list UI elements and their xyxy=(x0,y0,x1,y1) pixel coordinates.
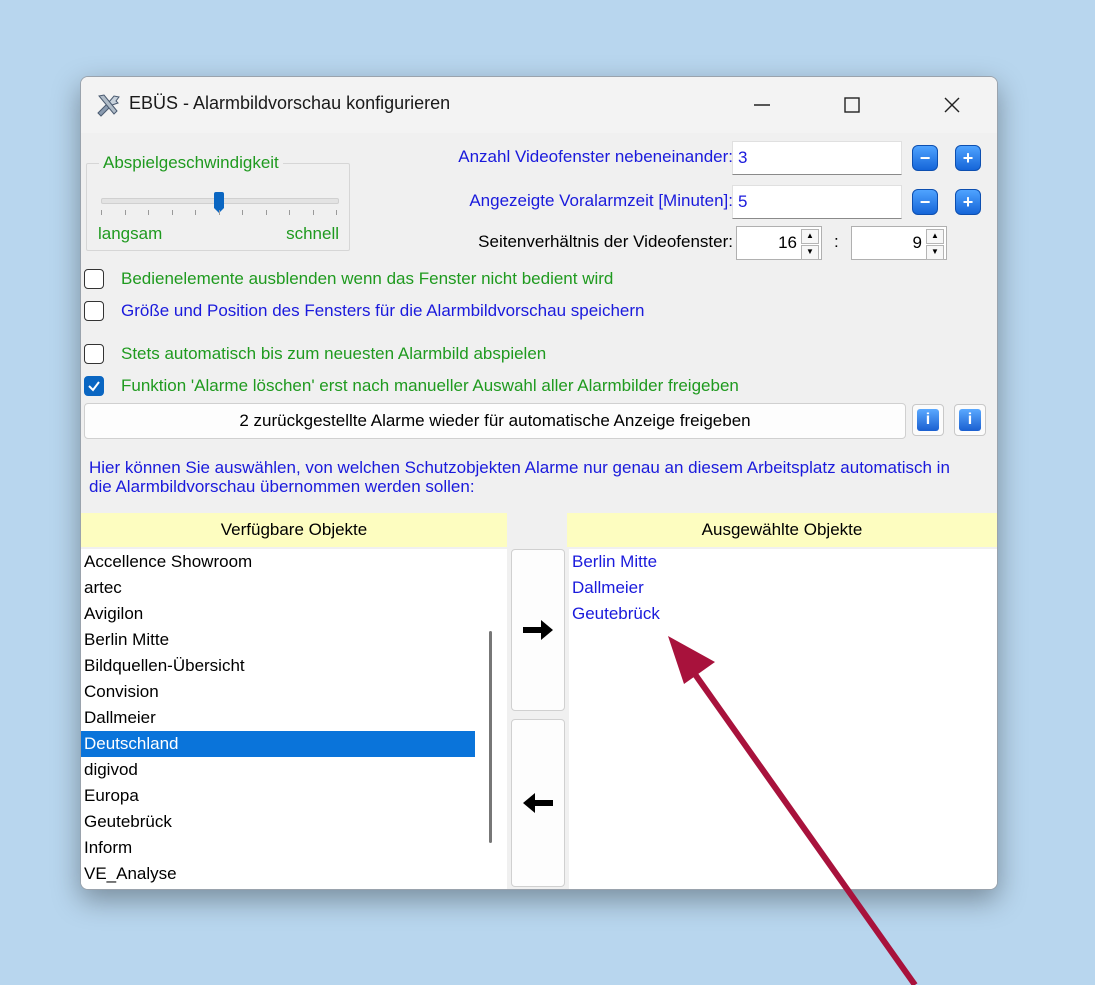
info-button-1[interactable]: i xyxy=(912,404,944,436)
speed-slider-ticks xyxy=(101,210,337,216)
aspect-separator: : xyxy=(834,232,839,251)
hide-controls-checkbox[interactable] xyxy=(84,269,104,289)
prealarm-increase-button[interactable]: + xyxy=(955,189,981,215)
speed-max-label: schnell xyxy=(286,224,339,243)
plus-icon: + xyxy=(962,148,974,168)
available-list-item[interactable]: Europa xyxy=(81,783,475,809)
aspect-height-value: 9 xyxy=(912,233,922,252)
spin-down-icon[interactable]: ▼ xyxy=(801,245,819,260)
available-objects-header: Verfügbare Objekte xyxy=(81,513,507,547)
window-title: EBÜS - Alarmbildvorschau konfigurieren xyxy=(129,93,451,113)
prealarm-label: Angezeigte Voralarmzeit [Minuten]: xyxy=(469,191,733,210)
close-button[interactable] xyxy=(907,77,997,133)
available-list-item[interactable]: Bildquellen-Übersicht xyxy=(81,653,475,679)
selected-list-item[interactable]: Berlin Mitte xyxy=(569,549,997,575)
minus-icon: − xyxy=(919,192,931,212)
selected-objects-list[interactable]: Berlin Mitte Dallmeier Geutebrück xyxy=(569,549,997,889)
save-position-label[interactable]: Größe und Position des Fensters für die … xyxy=(121,301,644,321)
close-icon xyxy=(944,97,960,113)
info-button-2[interactable]: i xyxy=(954,404,986,436)
minus-icon: − xyxy=(919,148,931,168)
available-list-item[interactable]: Inform xyxy=(81,835,475,861)
available-list-item[interactable]: Avigilon xyxy=(81,601,475,627)
spin-up-icon[interactable]: ▲ xyxy=(801,229,819,244)
prealarm-field[interactable]: 5 xyxy=(732,185,902,219)
aspect-width-value: 16 xyxy=(778,233,797,252)
plus-icon: + xyxy=(962,192,974,212)
dialog-window: EBÜS - Alarmbildvorschau konfigurieren A… xyxy=(80,76,998,890)
available-list-item[interactable]: Convision xyxy=(81,679,475,705)
speed-min-label: langsam xyxy=(98,224,163,243)
selected-list-item[interactable]: Dallmeier xyxy=(569,575,997,601)
info-text: Hier können Sie auswählen, von welchen S… xyxy=(89,458,950,496)
release-alarms-button[interactable]: 2 zurückgestellte Alarme wieder für auto… xyxy=(84,403,906,439)
video-count-increase-button[interactable]: + xyxy=(955,145,981,171)
available-list-item[interactable]: Accellence Showroom xyxy=(81,549,475,575)
available-list-scrollbar[interactable] xyxy=(489,631,492,843)
auto-play-label[interactable]: Stets automatisch bis zum neuesten Alarm… xyxy=(121,344,546,364)
tools-icon xyxy=(97,94,120,117)
delete-alarms-label[interactable]: Funktion 'Alarme löschen' erst nach manu… xyxy=(121,376,739,396)
spin-up-icon[interactable]: ▲ xyxy=(926,229,944,244)
delete-alarms-checkbox[interactable] xyxy=(84,376,104,396)
aspect-height-spinner[interactable]: 9 ▲ ▼ xyxy=(851,226,947,260)
video-count-decrease-button[interactable]: − xyxy=(912,145,938,171)
arrow-right-icon xyxy=(523,620,553,640)
available-list-item[interactable]: Geutebrück xyxy=(81,809,475,835)
available-list-item[interactable]: digivod xyxy=(81,757,475,783)
available-list-item[interactable]: VE_Analyse xyxy=(81,861,475,887)
speed-slider-thumb[interactable] xyxy=(214,192,224,213)
available-list-item[interactable]: Berlin Mitte xyxy=(81,627,475,653)
available-objects-list[interactable]: Accellence Showroom artec Avigilon Berlin M… xyxy=(81,549,475,889)
maximize-button[interactable] xyxy=(807,77,897,133)
video-count-label: Anzahl Videofenster nebeneinander: xyxy=(458,147,733,166)
info-icon: i xyxy=(917,409,939,431)
add-to-selected-button[interactable] xyxy=(511,549,565,711)
available-list-item[interactable]: Dallmeier xyxy=(81,705,475,731)
auto-play-checkbox[interactable] xyxy=(84,344,104,364)
selected-list-item[interactable]: Geutebrück xyxy=(569,601,997,627)
spin-down-icon[interactable]: ▼ xyxy=(926,245,944,260)
remove-from-selected-button[interactable] xyxy=(511,719,565,887)
arrow-left-icon xyxy=(523,793,553,813)
info-icon: i xyxy=(959,409,981,431)
playback-speed-label: Abspielgeschwindigkeit xyxy=(99,153,283,173)
available-list-item[interactable]: artec xyxy=(81,575,475,601)
available-list-item[interactable]: Deutschland xyxy=(81,731,475,757)
save-position-checkbox[interactable] xyxy=(84,301,104,321)
title-bar[interactable]: EBÜS - Alarmbildvorschau konfigurieren xyxy=(81,77,997,133)
checkmark-icon xyxy=(88,381,100,392)
hide-controls-label[interactable]: Bedienelemente ausblenden wenn das Fenst… xyxy=(121,269,613,289)
aspect-width-spinner[interactable]: 16 ▲ ▼ xyxy=(736,226,822,260)
minimize-button[interactable] xyxy=(717,77,807,133)
maximize-icon xyxy=(844,97,860,113)
selected-objects-header: Ausgewählte Objekte xyxy=(567,513,997,547)
minimize-icon xyxy=(754,104,770,106)
aspect-ratio-label: Seitenverhältnis der Videofenster: xyxy=(478,232,733,251)
prealarm-decrease-button[interactable]: − xyxy=(912,189,938,215)
playback-speed-group: Abspielgeschwindigkeit langsam schnell xyxy=(86,153,350,251)
video-count-field[interactable]: 3 xyxy=(732,141,902,175)
